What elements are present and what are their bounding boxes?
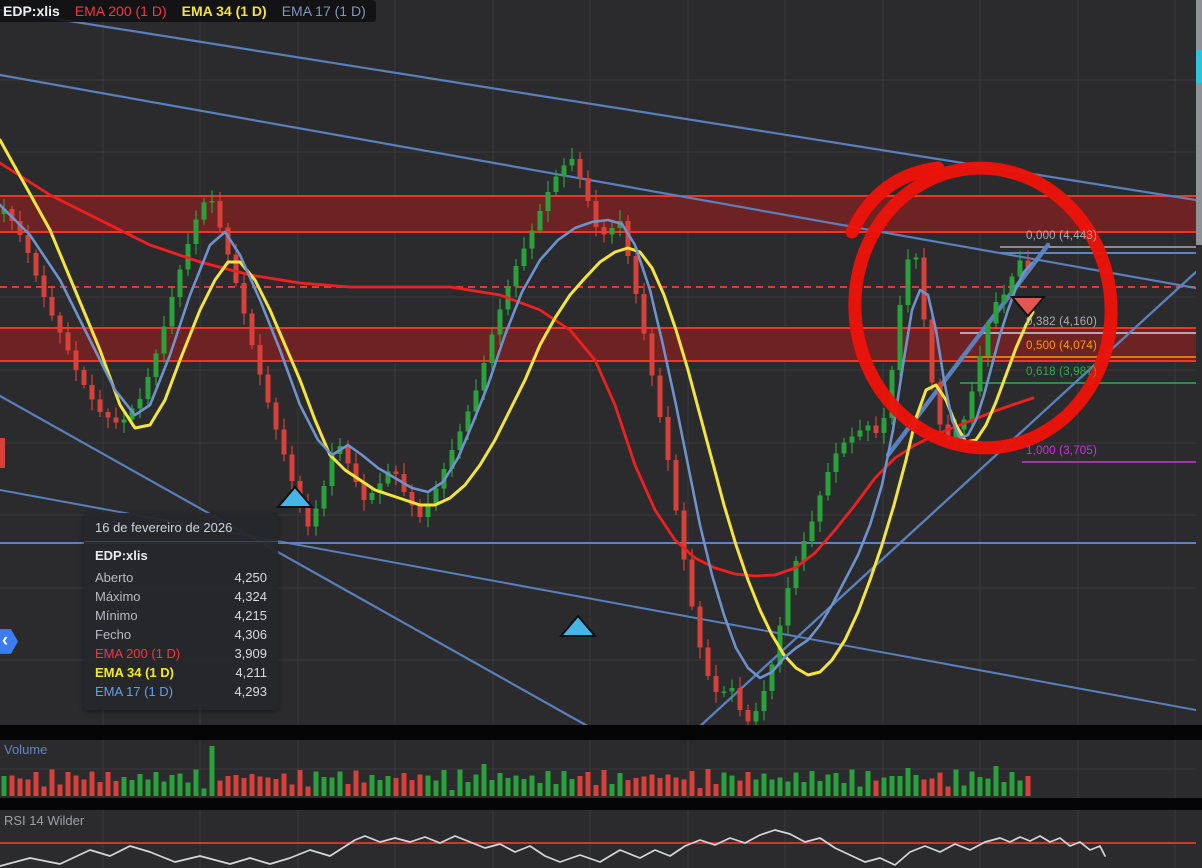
- scrollbar-thumb[interactable]: [1196, 50, 1202, 83]
- trading-chart-window: EDP:xlis EMA 200 (1 D) EMA 34 (1 D) EMA …: [0, 0, 1202, 868]
- data-window-tooltip: 16 de fevereiro de 2026 EDP:xlis Aberto 4…: [84, 513, 278, 710]
- volume-pane-label[interactable]: Volume: [4, 742, 47, 757]
- chart-legend: EDP:xlis EMA 200 (1 D) EMA 34 (1 D) EMA …: [0, 0, 376, 22]
- tooltip-row-high: Máximo 4,324: [95, 589, 267, 604]
- fib-label-0500: 0,500 (4,074): [1026, 340, 1098, 352]
- tooltip-row-ema34: EMA 34 (1 D) 4,211: [95, 665, 267, 680]
- pane-separator[interactable]: [0, 725, 1202, 740]
- chevron-left-icon: ‹: [1, 629, 9, 651]
- tooltip-row-ema17: EMA 17 (1 D) 4,293: [95, 684, 267, 699]
- divider: [84, 541, 278, 542]
- tooltip-row-open: Aberto 4,250: [95, 570, 267, 585]
- fib-label-1000: 1,000 (3,705): [1026, 445, 1098, 457]
- pane-separator[interactable]: [0, 798, 1202, 810]
- symbol-title[interactable]: EDP:xlis: [3, 3, 60, 19]
- scrollbar-track[interactable]: [1196, 0, 1202, 245]
- tooltip-symbol: EDP:xlis: [95, 548, 148, 563]
- fib-label-0000: 0,000 (4,443): [1026, 230, 1098, 242]
- tooltip-date: 16 de fevereiro de 2026: [95, 520, 233, 535]
- tooltip-row-ema200: EMA 200 (1 D) 3,909: [95, 646, 267, 661]
- tooltip-row-low: Mínimo 4,215: [95, 608, 267, 623]
- rsi-pane-label[interactable]: RSI 14 Wilder: [4, 813, 84, 828]
- fib-label-0382: 0,382 (4,160): [1026, 316, 1098, 328]
- legend-ema-200[interactable]: EMA 200 (1 D): [75, 3, 167, 19]
- fib-label-0618: 0,618 (3,987): [1026, 366, 1098, 378]
- legend-ema-17[interactable]: EMA 17 (1 D): [282, 3, 366, 19]
- tooltip-row-close: Fecho 4,306: [95, 627, 267, 642]
- legend-ema-34[interactable]: EMA 34 (1 D): [182, 3, 267, 19]
